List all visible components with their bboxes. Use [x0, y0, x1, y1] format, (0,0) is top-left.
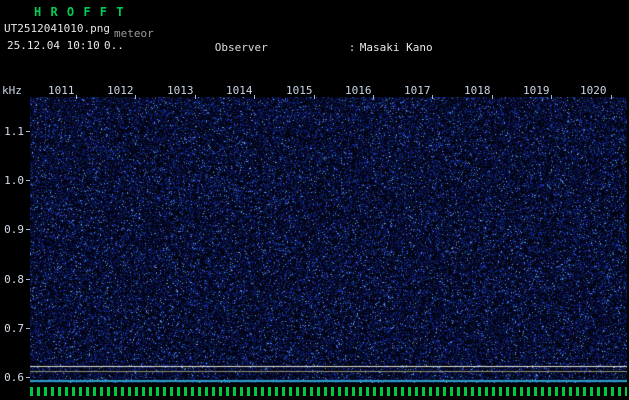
y-axis-label: 1.0: [4, 174, 24, 187]
x-axis-label: 1014: [226, 84, 253, 97]
minute-tick: [135, 95, 137, 99]
x-axis-label: 1020: [580, 84, 607, 97]
x-axis-label: 1011: [48, 84, 75, 97]
minute-tick: [313, 95, 315, 99]
minute-tick: [610, 95, 612, 99]
minute-tick: [551, 95, 553, 99]
info-value: Masaki Kano: [359, 40, 433, 54]
info-colon: :: [348, 40, 356, 54]
y-axis-unit-label: kHz: [2, 84, 22, 97]
freq-tick: [26, 377, 30, 378]
x-axis-label: 1013: [167, 84, 194, 97]
freq-tick: [26, 131, 30, 132]
output-filename: UT2512041010.png: [4, 22, 110, 35]
x-axis-label: 1017: [404, 84, 431, 97]
app-logo: H R O F F T: [34, 5, 125, 19]
info-label: Observer: [214, 40, 268, 54]
x-axis-label: 1015: [286, 84, 313, 97]
info-row-observer: Observer: Masaki Kano: [175, 30, 565, 65]
minute-tick: [254, 95, 256, 99]
x-axis-label: 1012: [107, 84, 134, 97]
freq-tick: [26, 229, 30, 230]
minute-tick: [491, 95, 493, 99]
spectrogram-canvas: [30, 97, 627, 383]
echo-marker-strip: [30, 387, 627, 396]
timestamp: 25.12.04 10:10: [7, 39, 100, 52]
minute-tick: [76, 95, 77, 99]
minute-tick: [373, 95, 374, 99]
hrofft-window: H R O F F T UT2512041010.png meteor 25.1…: [0, 0, 629, 400]
x-axis-label: 1018: [464, 84, 491, 97]
freq-tick: [26, 279, 30, 280]
y-axis-label: 0.6: [4, 371, 24, 384]
y-axis-label: 0.9: [4, 223, 24, 236]
freq-tick: [26, 180, 30, 181]
y-axis-label: 0.7: [4, 322, 24, 335]
x-axis-label: 1019: [523, 84, 550, 97]
counter: 0..: [104, 39, 124, 52]
x-axis-label: 1016: [345, 84, 372, 97]
y-axis-label: 0.8: [4, 273, 24, 286]
minute-tick: [194, 95, 196, 99]
y-axis-label: 1.1: [4, 125, 24, 138]
freq-tick: [26, 328, 30, 329]
minute-tick: [432, 95, 434, 99]
